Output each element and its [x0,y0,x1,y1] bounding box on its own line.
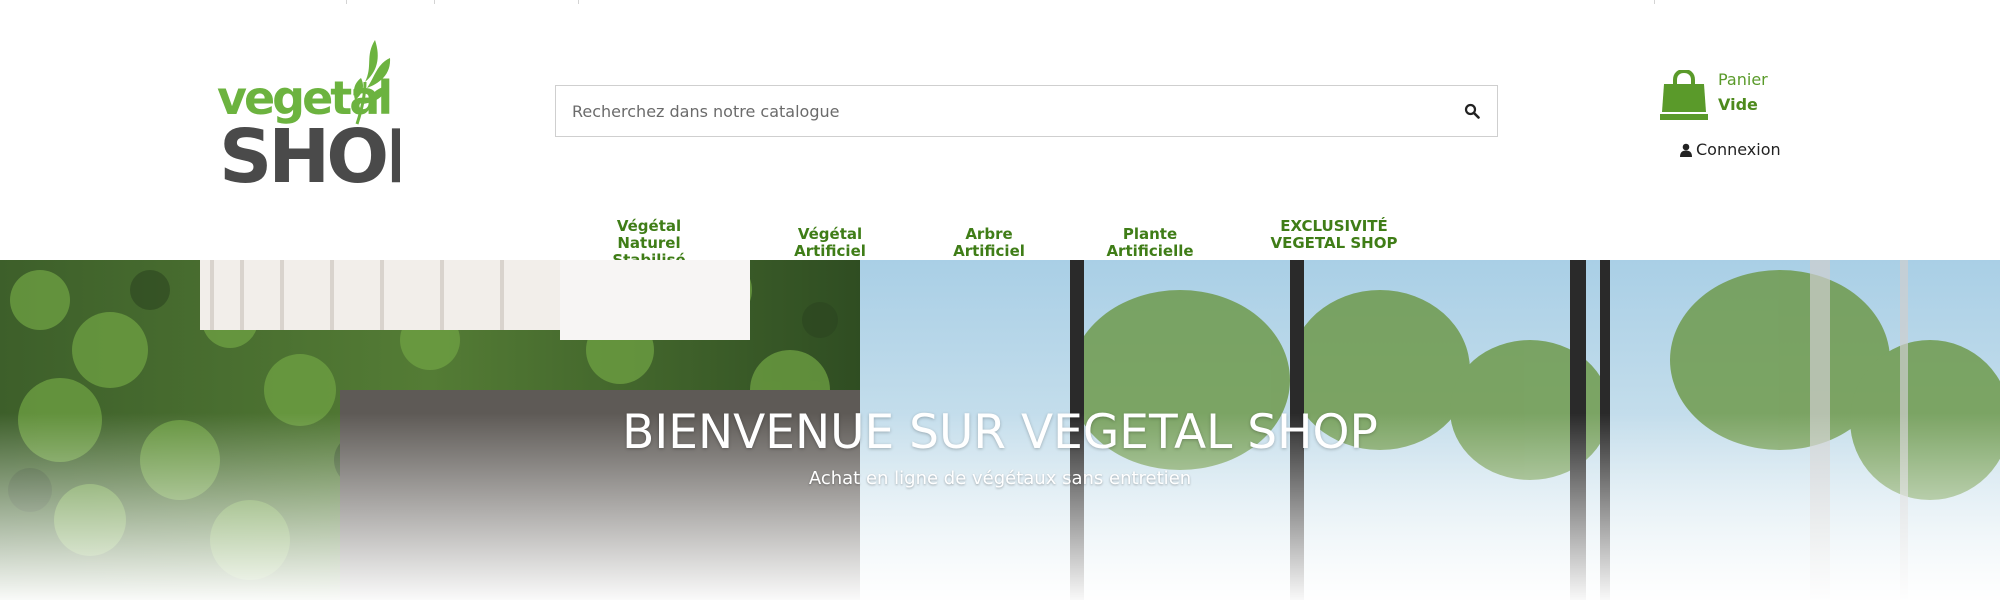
nav-item-exclusivite[interactable]: EXCLUSIVITÉ VEGETAL SHOP [1262,218,1406,252]
nav-item-vegetal-artificiel[interactable]: Végétal Artificiel [760,226,900,260]
search-bar [555,85,1498,137]
shopping-bag-icon [1660,70,1708,120]
nav-item-arbre-artificiel[interactable]: Arbre Artificiel [928,226,1050,260]
search-button[interactable] [1447,86,1497,136]
main-nav: Végétal Naturel Stabilisé Végétal Artifi… [0,216,2000,269]
top-bar-divider [1654,0,1655,4]
login-label: Connexion [1696,140,1781,159]
cart-widget[interactable]: Panier Vide [1660,68,1768,120]
hero-banner: BIENVENUE SUR VEGETAL SHOP Achat en lign… [0,260,2000,600]
nav-item-plante-artificielle[interactable]: Plante Artificielle [1078,226,1222,260]
top-bar-divider [434,0,435,4]
top-bar-divider [578,0,579,4]
search-input[interactable] [556,86,1447,136]
search-icon [1464,103,1480,119]
user-icon [1680,143,1692,157]
cart-status: Vide [1718,95,1758,114]
hero-title: BIENVENUE SUR VEGETAL SHOP [622,405,1378,460]
top-bar [0,0,2000,4]
logo-word-shop: SHOP [219,114,400,188]
site-logo[interactable]: vegetal SHOP [215,38,441,200]
top-bar-divider [346,0,347,4]
hero-subtitle: Achat en ligne de végétaux sans entretie… [808,468,1192,489]
login-link[interactable]: Connexion [1680,140,1781,159]
cart-label: Panier [1718,70,1768,89]
